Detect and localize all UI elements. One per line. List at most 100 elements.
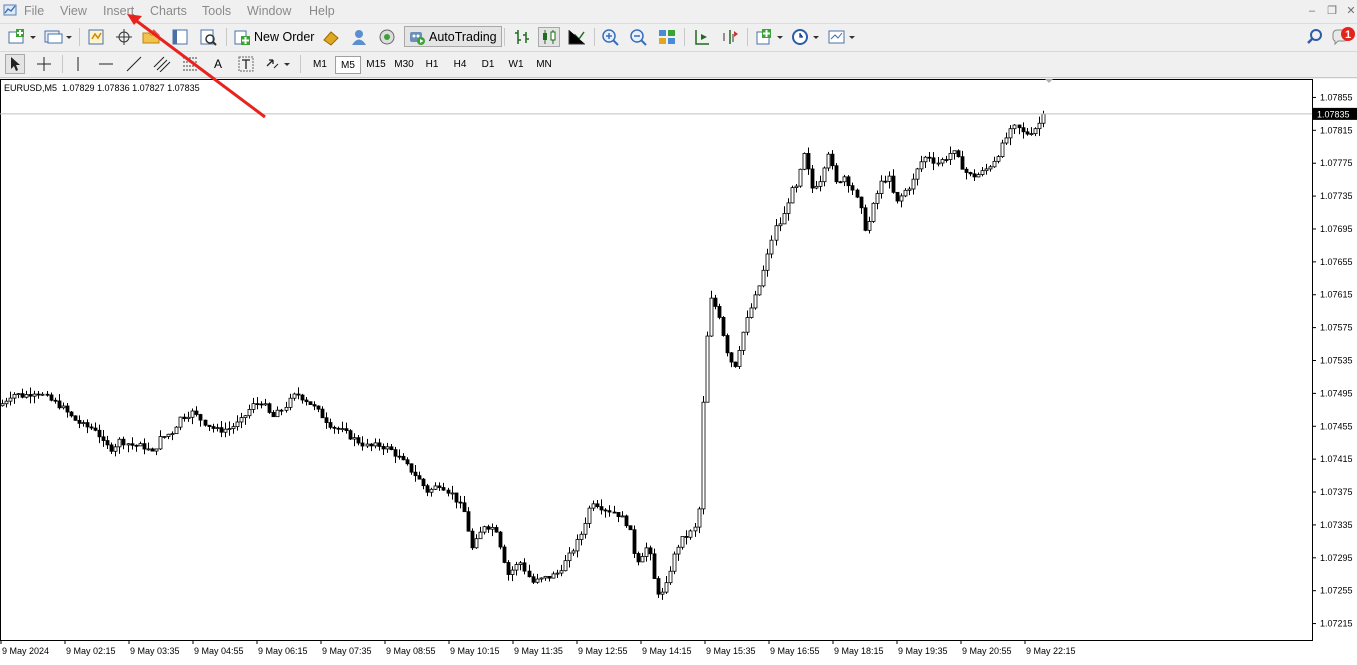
chart-window[interactable]: 1.07855 1.07815 1.07775 1.07735 1.07695 1.076… [0,79,1357,665]
candle-body [437,485,442,488]
candle-body [417,475,422,480]
equidistant-channel-button[interactable] [152,54,172,74]
indicators-button[interactable] [754,27,786,47]
new-chart-button[interactable] [5,27,39,47]
candle-body [786,202,791,214]
menu-tools[interactable]: Tools [202,4,231,18]
menu-help[interactable]: Help [309,4,335,18]
market-watch-button[interactable] [86,27,106,47]
candle-body [182,416,187,419]
price-chart[interactable]: 1.07855 1.07815 1.07775 1.07735 1.07695 1.076… [0,79,1357,665]
candle-body [296,393,301,396]
candle-body [607,510,612,513]
strategy-tester-button[interactable] [198,27,218,47]
timeframe-m30[interactable]: M30 [391,56,417,74]
menu-insert[interactable]: Insert [103,4,134,18]
candle-body [263,403,268,406]
text-tool-button[interactable]: A [208,54,228,74]
periods-button[interactable] [790,27,822,47]
candle-body [413,471,418,477]
x-tick-label: 9 May 15:35 [706,646,756,656]
candle-body [53,399,58,402]
data-window-button[interactable] [114,27,134,47]
candle-body [591,503,596,509]
candle-body [531,576,536,583]
candle-body [421,478,426,487]
candle-body [1041,113,1046,124]
tile-windows-button[interactable] [656,27,678,47]
candle-body [126,443,131,446]
close-icon[interactable]: ✕ [1344,4,1357,18]
templates-button[interactable] [826,27,858,47]
standard-toolbar: New Order AutoTrading 1 [0,24,1357,52]
zoom-in-button[interactable] [600,27,622,47]
profiles-button[interactable] [42,27,74,47]
auto-scroll-button[interactable] [691,27,713,47]
line-chart-button[interactable] [566,27,588,47]
timeframe-d1[interactable]: D1 [475,56,501,74]
timeframe-h1[interactable]: H1 [419,56,445,74]
notifications-button[interactable]: 1 [1330,27,1357,47]
timeframe-m5[interactable]: M5 [335,56,361,74]
templates-icon [828,30,855,44]
candle-body [401,455,406,461]
candle-body [782,213,787,225]
candle-body [97,429,102,438]
horizontal-line-button[interactable] [96,54,116,74]
metatrader-app-icon[interactable] [3,3,17,17]
candle-body [61,405,66,409]
new-order-button[interactable]: New Order [233,26,314,47]
terminal-button[interactable] [170,27,190,47]
bar-chart-button[interactable] [511,27,533,47]
search-button[interactable] [1305,27,1325,47]
timeframe-h4[interactable]: H4 [447,56,473,74]
community-button[interactable] [348,27,370,47]
text-label-button[interactable] [236,54,256,74]
x-tick-label: 9 May 11:35 [514,646,563,656]
timeframe-m15[interactable]: M15 [363,56,389,74]
candle-body [976,174,981,178]
cursor-button[interactable] [5,54,25,74]
fibonacci-icon [183,57,197,71]
menu-bar: File View Insert Charts Tools Window Hel… [0,0,1357,24]
candle-body [911,178,916,190]
candle-body [340,428,345,431]
candle-body [769,239,774,255]
menu-view[interactable]: View [60,4,87,18]
chart-shift-button[interactable] [719,27,741,47]
y-tick-label: 1.07535 [1320,356,1353,366]
metaeditor-button[interactable] [320,27,342,47]
candle-body [514,564,519,571]
menu-window[interactable]: Window [247,4,291,18]
candlestick-chart-button[interactable] [538,27,560,47]
menu-file[interactable]: File [24,4,44,18]
trendline-button[interactable] [124,54,144,74]
menu-charts[interactable]: Charts [150,4,187,18]
candle-body [429,488,434,493]
candle-body [154,448,159,452]
fibonacci-button[interactable] [180,54,200,74]
candle-body [717,306,722,318]
x-tick-label: 9 May 16:55 [770,646,820,656]
timeframe-m1[interactable]: M1 [307,56,333,74]
timeframe-w1[interactable]: W1 [503,56,529,74]
restore-icon[interactable]: ❐ [1325,4,1339,18]
candle-body [4,400,9,405]
candle-body [174,426,179,435]
minimize-icon[interactable]: – [1305,4,1319,18]
candle-body [774,225,779,241]
arrows-button[interactable] [264,54,294,74]
signals-button[interactable] [376,27,398,47]
candle-body [996,156,1001,162]
candle-body [984,168,989,172]
zoom-out-button[interactable] [628,27,650,47]
timeframe-mn[interactable]: MN [531,56,557,74]
candle-body [381,446,386,450]
crosshair-button[interactable] [34,54,54,74]
candle-body [203,419,208,426]
tile-windows-icon [659,30,675,44]
navigator-button[interactable] [140,27,162,47]
vertical-line-button[interactable] [68,54,88,74]
autotrading-button[interactable]: AutoTrading [404,26,502,47]
candle-body [992,160,997,168]
